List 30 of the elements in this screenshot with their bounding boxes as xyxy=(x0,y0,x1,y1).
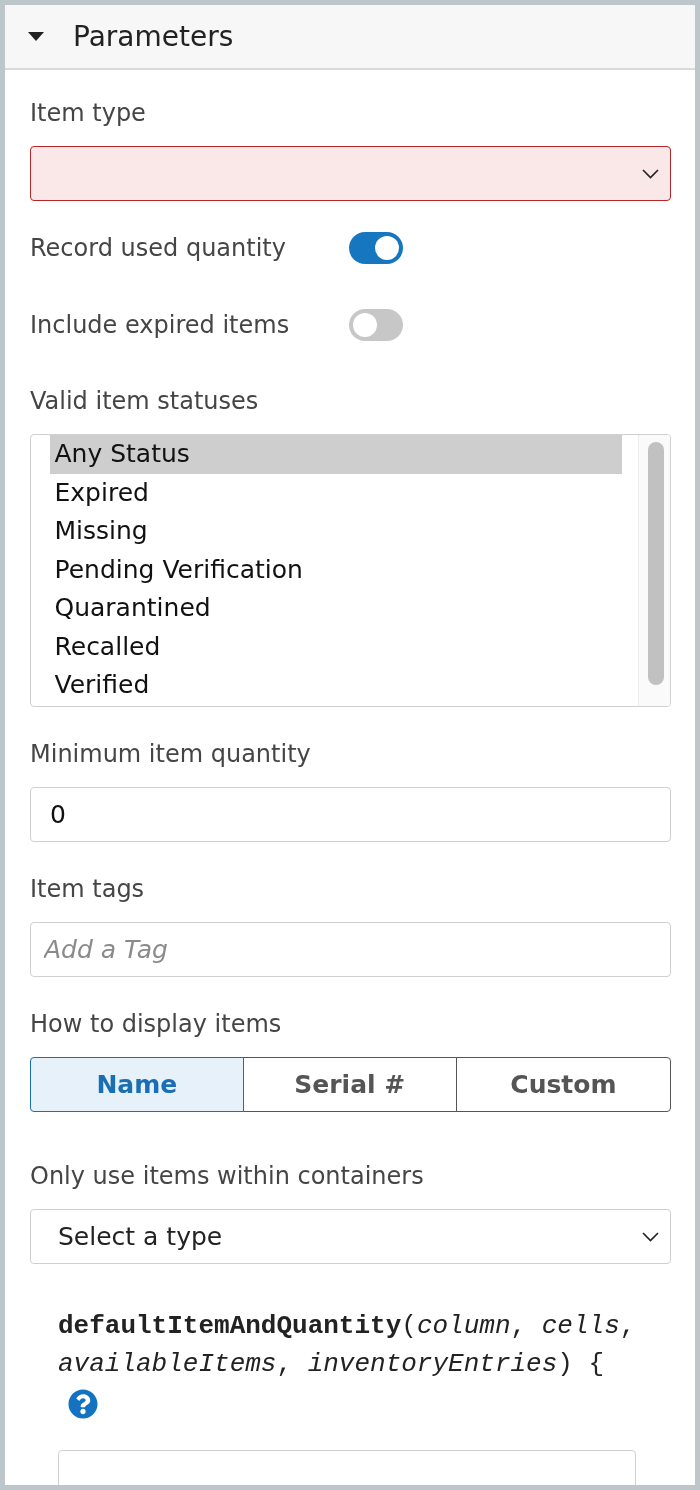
field-label: Item tags xyxy=(30,874,146,904)
scrollbar-thumb[interactable] xyxy=(648,442,664,685)
segment-button[interactable]: Serial # xyxy=(242,1057,458,1112)
select-field[interactable] xyxy=(30,146,671,201)
help-icon[interactable] xyxy=(68,1389,98,1419)
chevron-down-icon xyxy=(642,168,659,179)
field-label: Item type xyxy=(30,98,147,128)
chevron-down-icon xyxy=(642,1231,659,1242)
segment-button[interactable]: Custom xyxy=(455,1057,671,1112)
panel-header[interactable]: Parameters xyxy=(5,5,695,70)
field-label: Valid item statuses xyxy=(30,386,260,416)
select-field[interactable]: Select a type xyxy=(30,1209,671,1264)
list-option[interactable]: Pending Verification xyxy=(49,550,622,589)
list-option[interactable]: Expired xyxy=(49,473,622,512)
list-option[interactable]: Missing xyxy=(49,512,622,551)
field-label: Minimum item quantity xyxy=(30,739,312,769)
list-option[interactable]: Any Status xyxy=(49,435,622,474)
field-label: Only use items within containers xyxy=(30,1161,425,1191)
list-option[interactable]: Recalled xyxy=(49,627,622,666)
field-label: How to display items xyxy=(30,1009,283,1039)
input-field[interactable]: 0 xyxy=(30,787,671,842)
toggle-switch[interactable] xyxy=(349,309,403,341)
list-option[interactable]: Verified xyxy=(49,666,622,705)
field-label: Record used quantity xyxy=(30,233,287,263)
toggle-switch[interactable] xyxy=(349,232,403,264)
segment-button[interactable]: Name xyxy=(30,1057,244,1112)
field-label: Include expired items xyxy=(30,310,291,340)
list-option[interactable]: Quarantined xyxy=(49,589,622,628)
function-signature: defaultItemAndQuantity(column, cells, availableItems, inventoryEntries) { xyxy=(58,1310,637,1381)
listbox-field[interactable]: Any Status Expired Missing Pending Verification Quarantined Recalled Verified xyxy=(30,434,671,707)
